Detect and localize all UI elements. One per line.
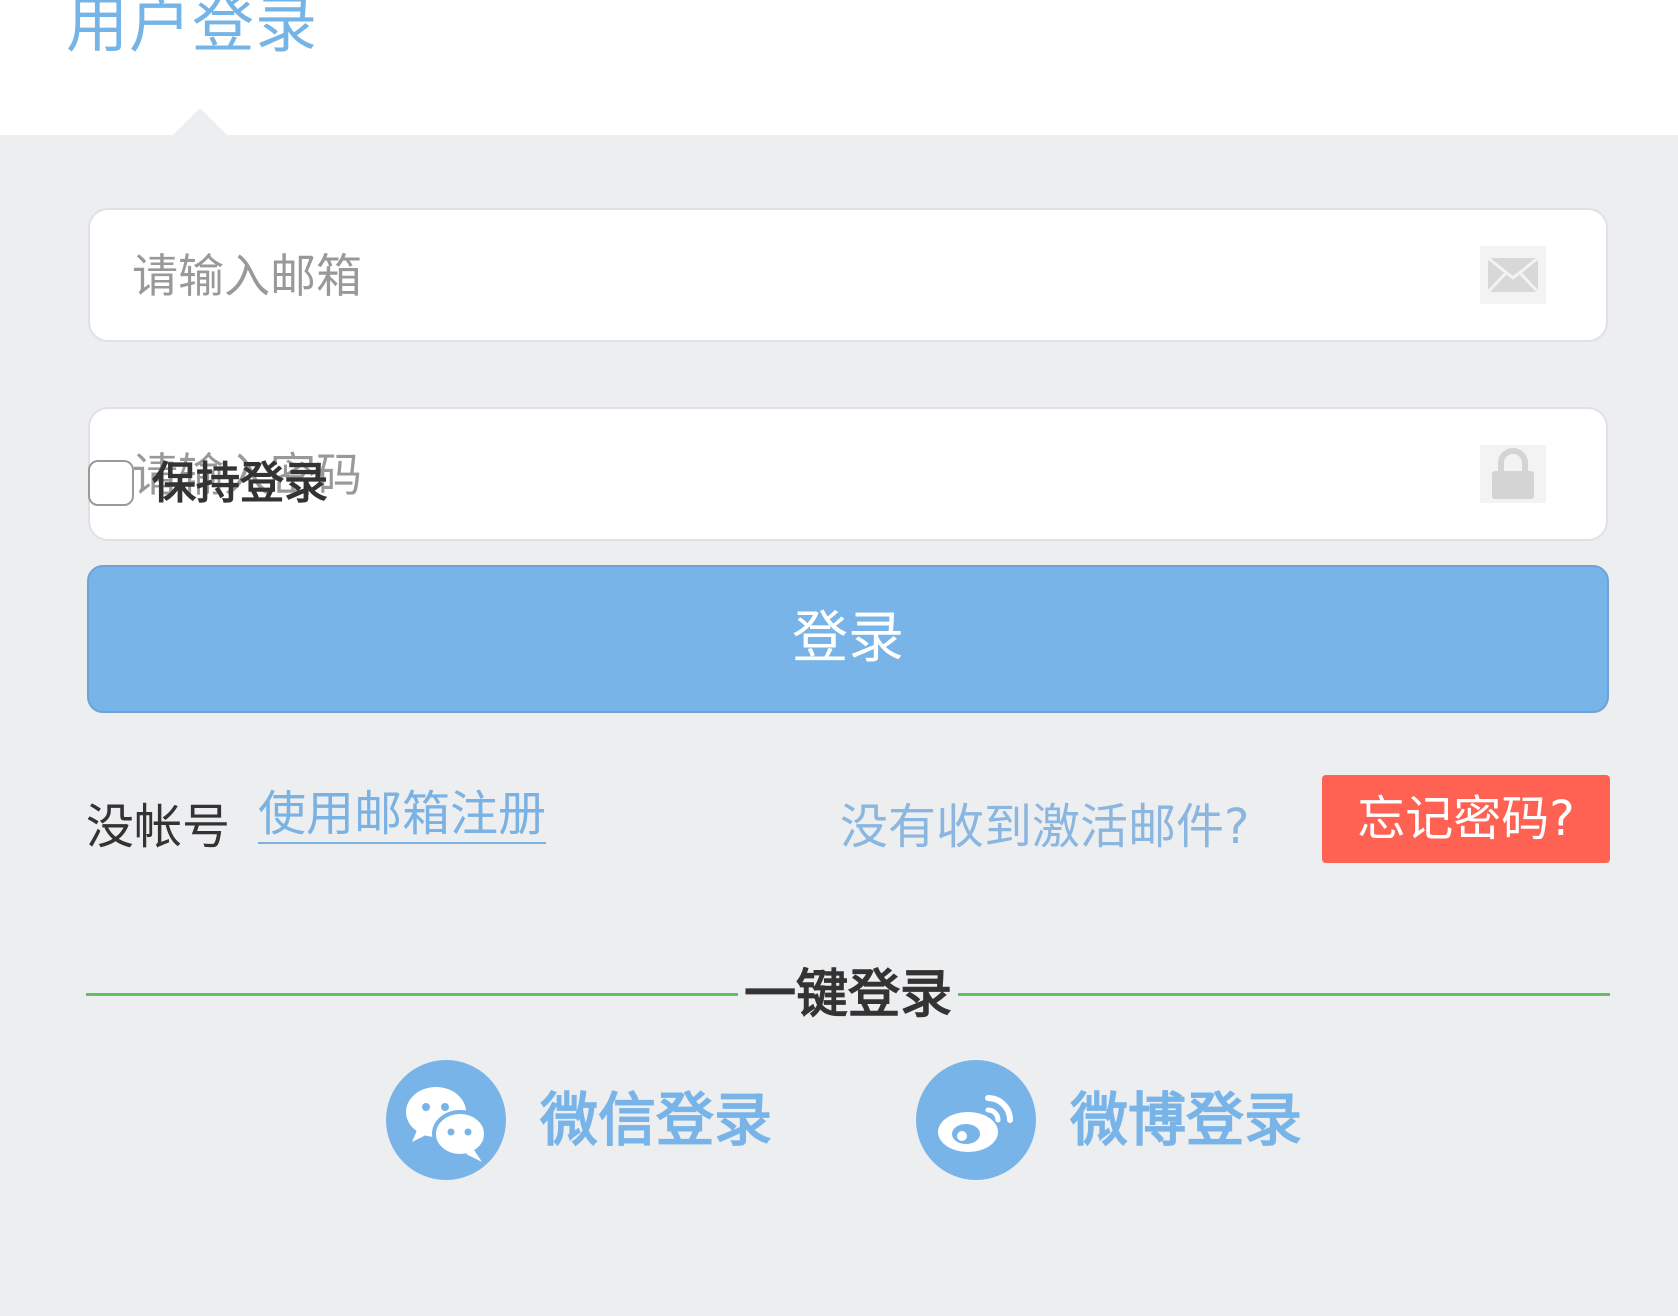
page-title[interactable]: 用户登录 xyxy=(66,0,318,56)
email-input[interactable] xyxy=(130,210,1454,342)
remember-checkbox[interactable] xyxy=(88,460,134,506)
mail-icon xyxy=(1480,246,1546,304)
divider-line-right xyxy=(958,993,1610,996)
resend-activation-link[interactable]: 没有收到激活邮件? xyxy=(840,787,1249,857)
quick-login-title: 一键登录 xyxy=(743,965,952,1025)
email-field xyxy=(88,208,1608,342)
no-account-text: 没帐号 xyxy=(86,799,231,855)
weibo-icon[interactable] xyxy=(916,1060,1036,1180)
divider-line-left xyxy=(86,993,738,996)
lock-icon xyxy=(1480,445,1546,503)
header: 用户登录 xyxy=(0,0,1678,136)
account-links: 没帐号 使用邮箱注册 没有收到激活邮件? 忘记密码? xyxy=(0,775,1678,865)
weibo-login-label[interactable]: 微博登录 xyxy=(1070,1082,1302,1158)
quick-login-divider: 一键登录 xyxy=(86,960,1610,1030)
password-input[interactable] xyxy=(130,409,1454,541)
active-tab-indicator xyxy=(172,108,228,136)
remember-label[interactable]: 保持登录 xyxy=(152,458,328,510)
forgot-password-button[interactable]: 忘记密码? xyxy=(1322,775,1610,863)
wechat-login-label[interactable]: 微信登录 xyxy=(540,1082,772,1158)
login-button[interactable]: 登录 xyxy=(87,565,1609,713)
wechat-icon[interactable] xyxy=(386,1060,506,1180)
register-link[interactable]: 使用邮箱注册 xyxy=(258,786,547,845)
